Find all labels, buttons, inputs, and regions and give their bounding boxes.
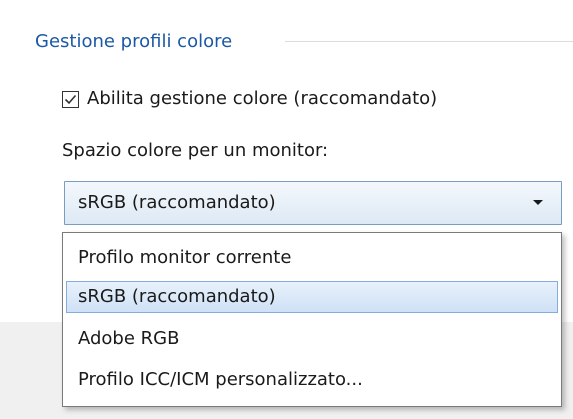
option-srgb[interactable]: sRGB (raccomandato) xyxy=(66,281,558,313)
colorspace-select[interactable]: sRGB (raccomandato) xyxy=(64,181,562,225)
enable-color-management-checkbox[interactable] xyxy=(62,91,79,108)
chevron-down-icon xyxy=(533,200,543,205)
checkmark-icon xyxy=(64,94,77,105)
option-adobe-rgb[interactable]: Adobe RGB xyxy=(66,323,558,355)
colorspace-dropdown-list: Profilo monitor corrente sRGB (raccomand… xyxy=(62,232,562,407)
colorspace-select-value: sRGB (raccomandato) xyxy=(78,192,276,213)
group-title: Gestione profili colore xyxy=(35,31,233,52)
colorspace-label: Spazio colore per un monitor: xyxy=(62,140,329,161)
option-custom-icc-profile[interactable]: Profilo ICC/ICM personalizzato... xyxy=(66,364,558,396)
option-current-monitor-profile[interactable]: Profilo monitor corrente xyxy=(66,242,558,274)
enable-color-management-label[interactable]: Abilita gestione colore (raccomandato) xyxy=(87,87,437,111)
group-divider xyxy=(285,41,573,42)
